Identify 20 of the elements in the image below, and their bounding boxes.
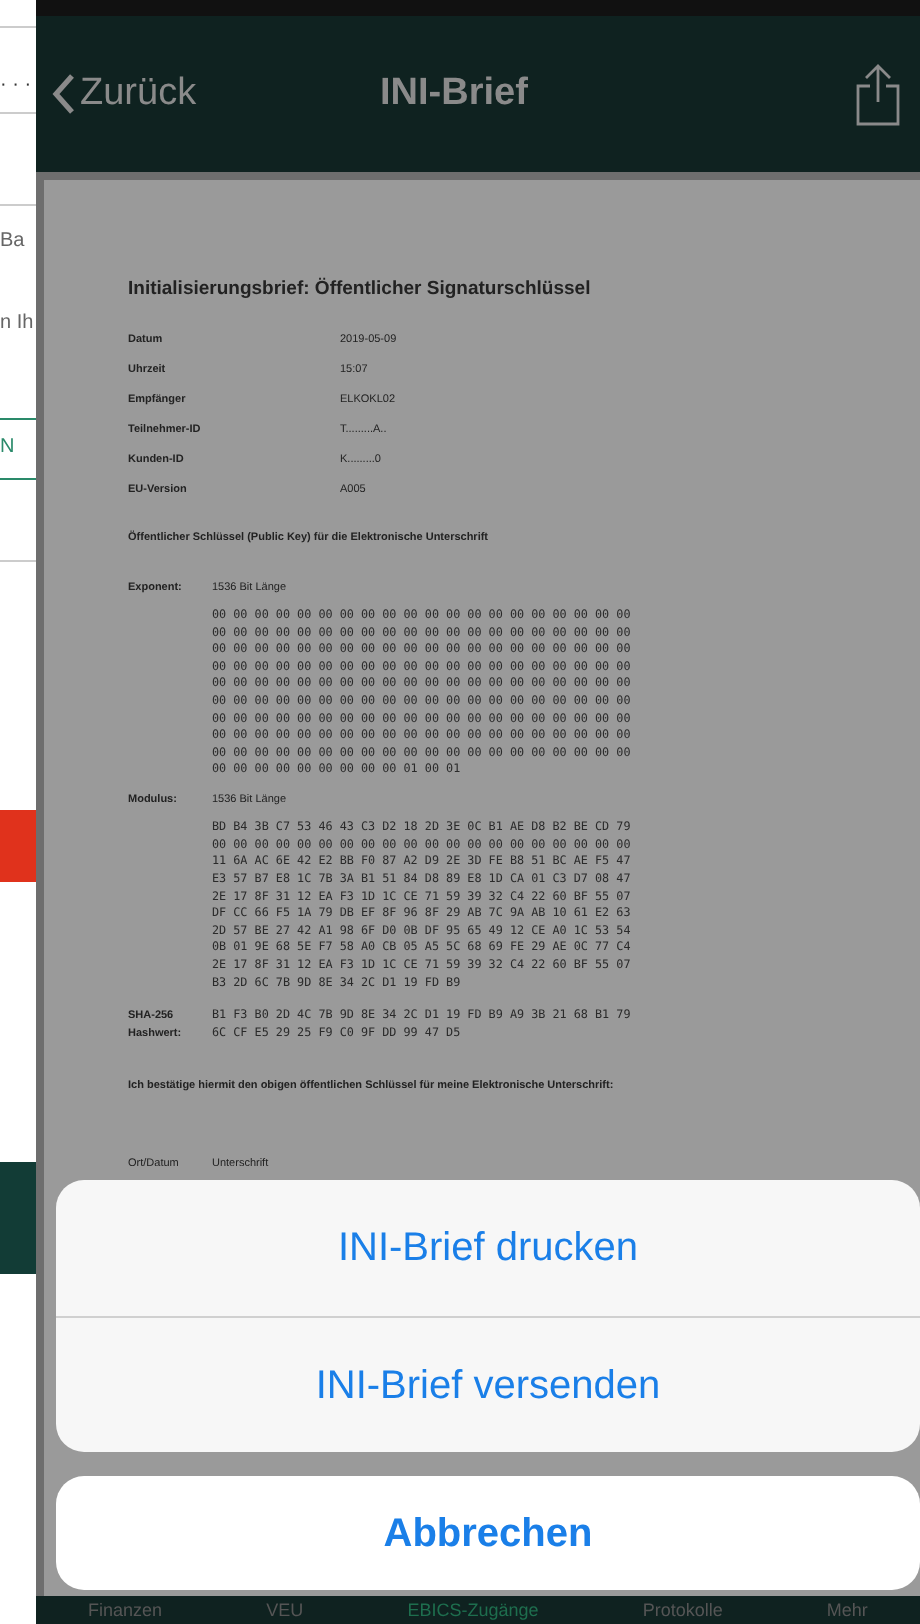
share-icon [854, 62, 902, 126]
nav-title: INI-Brief [380, 69, 528, 118]
action-button[interactable]: INI-Brief drucken [56, 1180, 920, 1316]
tab[interactable]: Protokolle [642, 1601, 723, 1619]
cut-text: Ba [0, 228, 27, 256]
cut-text: n Ih [0, 310, 36, 338]
share-button[interactable] [852, 60, 904, 128]
cut-link[interactable]: N [0, 432, 36, 462]
document-title: Initialisierungsbrief: Öffentlicher Signaturschlüssel [128, 280, 593, 299]
cancel-button[interactable]: Abbrechen [56, 1476, 920, 1590]
alert-banner [0, 810, 36, 882]
action-button[interactable]: INI-Brief versenden [56, 1316, 920, 1452]
dots-text: · · · [0, 76, 34, 96]
back-button[interactable]: Zurück [52, 65, 197, 123]
tab[interactable]: VEU [266, 1601, 304, 1619]
chevron-left-icon [52, 72, 76, 116]
tab[interactable]: Finanzen [88, 1601, 163, 1619]
tab[interactable]: Mehr [826, 1601, 868, 1619]
tab[interactable]: EBICS-Zugänge [407, 1601, 539, 1619]
dark-panel [0, 1162, 36, 1274]
